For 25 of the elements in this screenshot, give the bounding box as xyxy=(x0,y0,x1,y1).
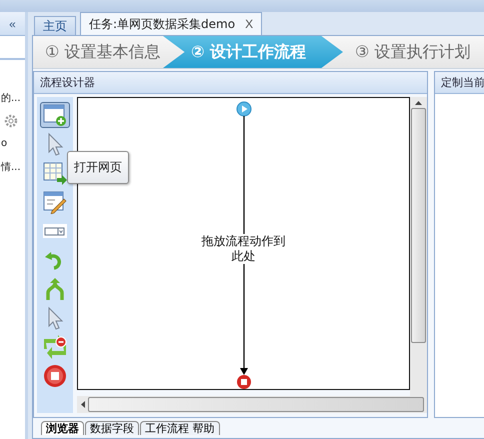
tab[interactable]: 任务:单网页数据采集demo X xyxy=(80,12,262,35)
panel-title: 流程设计器 xyxy=(40,75,95,90)
sidebar-item[interactable]: o xyxy=(1,132,8,155)
wizard-step[interactable]: ③ 设置执行计划 xyxy=(343,36,483,68)
bottom-tab[interactable]: 浏览器 xyxy=(41,421,84,435)
stop-icon xyxy=(43,364,67,388)
settings-icon[interactable] xyxy=(4,114,18,128)
tool-button[interactable] xyxy=(40,102,70,128)
window-add-icon xyxy=(43,103,67,127)
form-edit-icon xyxy=(43,190,67,214)
sidebar-item[interactable]: 的... xyxy=(1,86,21,109)
loop-stop-icon xyxy=(43,335,67,359)
vertical-scrollbar[interactable] xyxy=(410,97,427,396)
scroll-left-icon[interactable] xyxy=(80,401,85,408)
tooltip: 打开网页 xyxy=(67,151,129,184)
collapse-button[interactable]: « xyxy=(9,16,16,30)
bottom-tab[interactable]: 工作流程 帮助 xyxy=(140,421,220,435)
table-arrow-icon xyxy=(43,161,67,185)
bottom-tab[interactable]: 数据字段 xyxy=(85,421,139,435)
wizard-step[interactable]: ① 设置基本信息 xyxy=(33,36,163,68)
scroll-up-icon[interactable] xyxy=(415,100,422,105)
close-button[interactable]: X xyxy=(245,17,254,31)
tab[interactable]: 主页 xyxy=(34,16,76,35)
sidebar-item[interactable]: 情... xyxy=(1,155,21,178)
horizontal-scrollbar[interactable] xyxy=(77,396,427,413)
